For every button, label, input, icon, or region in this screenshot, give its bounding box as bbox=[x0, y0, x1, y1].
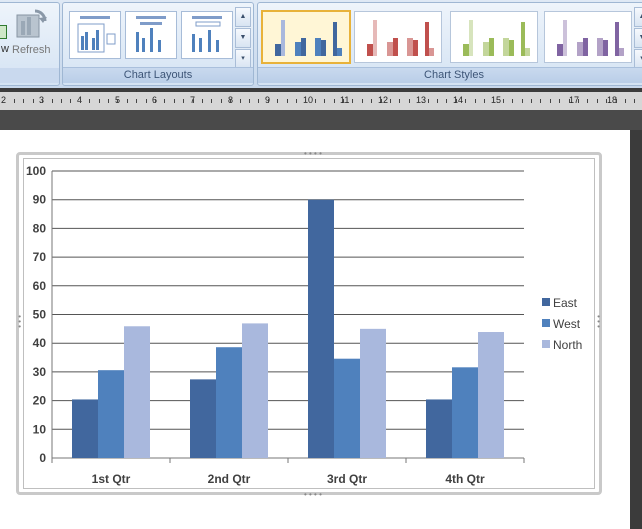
legend-swatch-east bbox=[542, 298, 550, 306]
bar-west bbox=[452, 367, 478, 458]
chart-svg: 0 10 20 30 40 50 60 70 80 90 100 1st Qtr 2nd Qtr 3rd … bbox=[26, 164, 582, 486]
y-tick-label: 20 bbox=[33, 394, 47, 408]
y-tick-label: 30 bbox=[33, 365, 47, 379]
y-tick-label: 90 bbox=[33, 193, 47, 207]
bar-west bbox=[216, 347, 242, 458]
x-tick-label: 2nd Qtr bbox=[208, 472, 251, 486]
bar-east bbox=[190, 379, 216, 458]
bar-west bbox=[334, 358, 360, 458]
bar-east bbox=[426, 399, 452, 458]
y-tick-label: 80 bbox=[33, 221, 47, 235]
y-tick-label: 10 bbox=[33, 422, 47, 436]
y-tick-label: 40 bbox=[33, 336, 47, 350]
y-tick-label: 70 bbox=[33, 250, 47, 264]
bar-north bbox=[124, 326, 150, 458]
y-tick-label: 50 bbox=[33, 308, 47, 322]
legend-swatch-west bbox=[542, 319, 550, 327]
bar-east bbox=[308, 199, 334, 458]
y-tick-label: 0 bbox=[39, 451, 46, 465]
x-tick-label: 4th Qtr bbox=[445, 472, 485, 486]
x-tick-label: 1st Qtr bbox=[92, 472, 131, 486]
bar-east bbox=[72, 399, 98, 458]
bar-north bbox=[360, 328, 386, 458]
legend-label: East bbox=[553, 296, 578, 310]
bar-west bbox=[98, 370, 124, 458]
legend-label: North bbox=[553, 338, 582, 352]
y-tick-label: 60 bbox=[33, 279, 47, 293]
bar-north bbox=[242, 323, 268, 458]
bar-north bbox=[478, 332, 504, 458]
x-tick-label: 3rd Qtr bbox=[327, 472, 367, 486]
y-tick-label: 100 bbox=[26, 164, 46, 178]
legend-label: West bbox=[553, 317, 581, 331]
legend-swatch-north bbox=[542, 340, 550, 348]
